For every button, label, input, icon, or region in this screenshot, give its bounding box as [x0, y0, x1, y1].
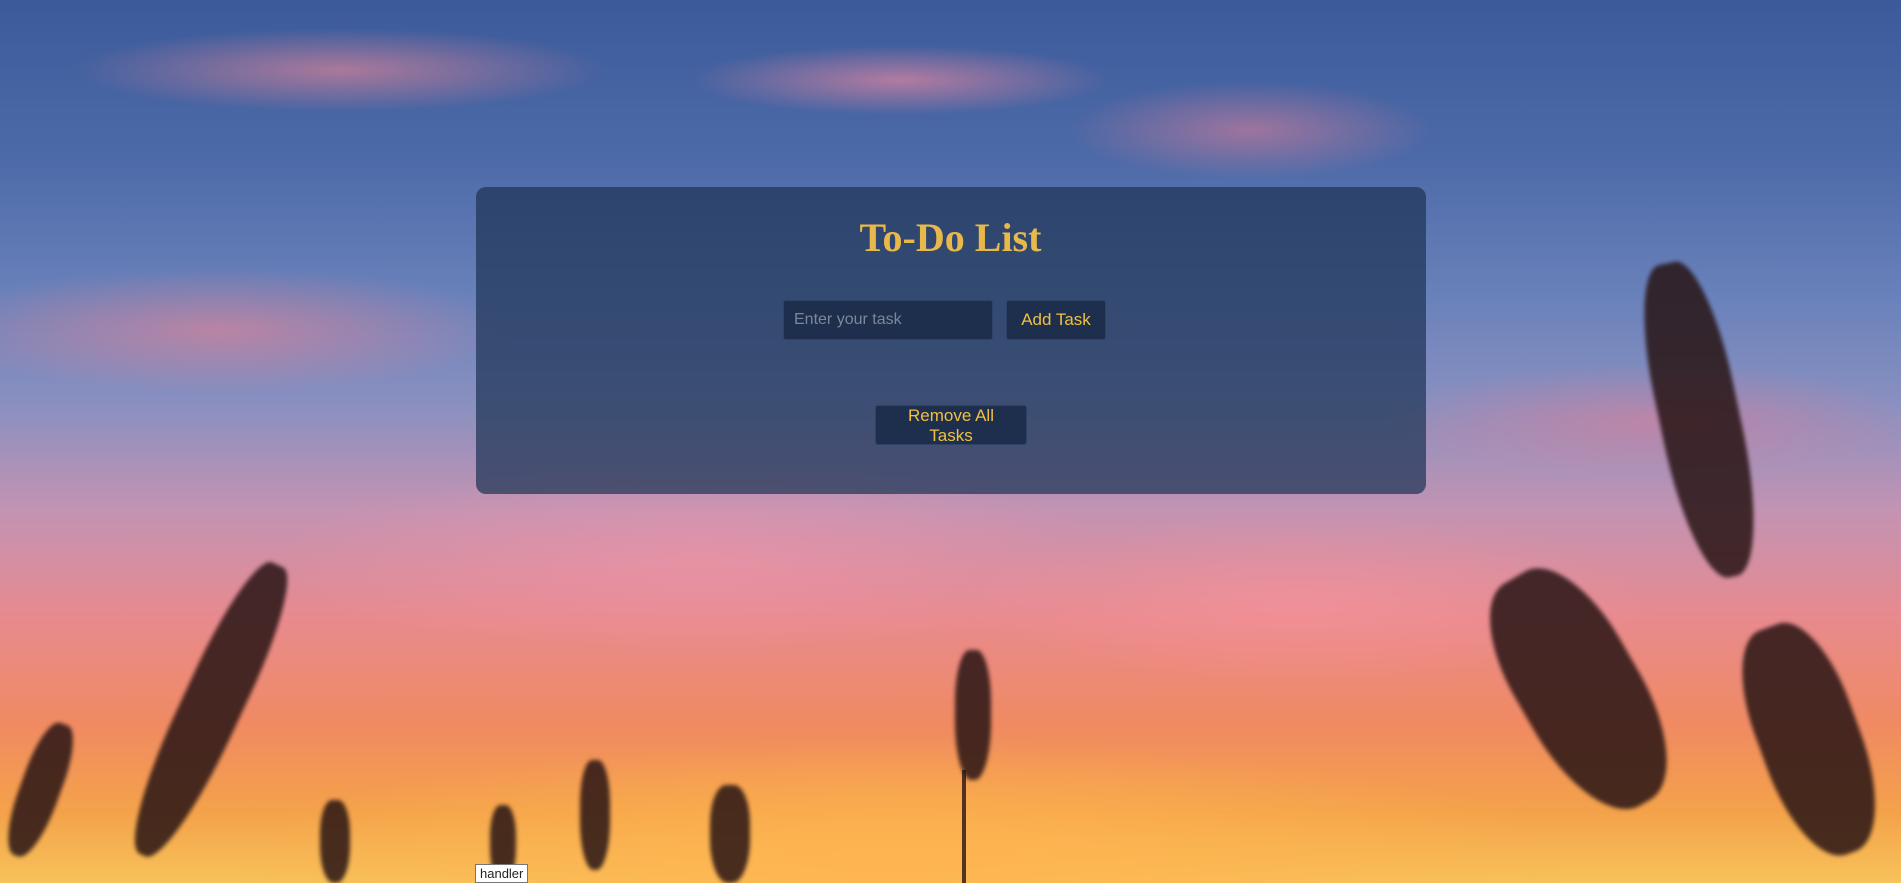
wheat-stem	[962, 770, 966, 883]
wheat-stalk	[710, 785, 750, 883]
wheat-stalk	[0, 717, 83, 863]
wheat-stalk	[115, 552, 305, 868]
wheat-stalk	[580, 760, 610, 870]
wheat-stalk	[955, 650, 991, 780]
wheat-stalk	[320, 800, 350, 883]
wheat-stalk	[1627, 255, 1773, 585]
remove-all-tasks-button[interactable]: Remove All Tasks	[875, 405, 1027, 445]
tooltip: handler	[475, 864, 529, 883]
wheat-stalk	[1721, 610, 1899, 870]
wheat-stalk	[1463, 547, 1697, 833]
add-task-button[interactable]: Add Task	[1006, 300, 1106, 340]
task-input[interactable]	[783, 300, 993, 340]
page-title: To-Do List	[859, 215, 1042, 260]
